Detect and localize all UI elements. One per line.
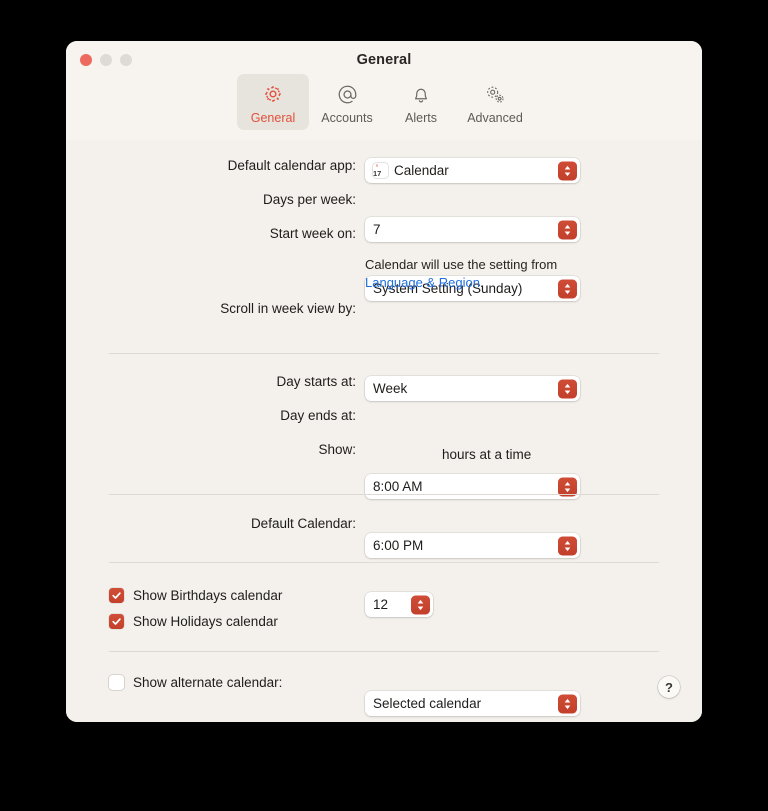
default-calendar-app-label-wrap: Default calendar app:: [66, 158, 356, 173]
chevron-updown-icon[interactable]: [558, 694, 577, 713]
chevron-updown-icon[interactable]: [558, 161, 577, 180]
default-calendar-value: Selected calendar: [373, 696, 482, 711]
section-divider-4: [109, 651, 659, 652]
start-week-on-hint-suffix: .: [479, 275, 484, 290]
preferences-window: General General Accounts Alerts Advanced…: [66, 41, 702, 722]
show-holidays-checkbox[interactable]: [109, 614, 124, 629]
scroll-week-view-select[interactable]: Week: [365, 376, 580, 401]
window-titlebar: General General Accounts Alerts Advanced: [66, 41, 702, 141]
start-week-on-hint-prefix: Calendar will use the setting from: [365, 257, 558, 272]
tab-advanced[interactable]: Advanced: [459, 74, 531, 130]
chevron-updown-icon[interactable]: [411, 595, 430, 614]
scroll-week-view-value: Week: [373, 381, 408, 396]
show-hours-suffix: hours at a time: [442, 447, 532, 462]
help-button[interactable]: ?: [658, 676, 680, 698]
days-per-week-select[interactable]: 7: [365, 217, 580, 242]
day-ends-at-value: 6:00 PM: [373, 538, 424, 553]
default-calendar-select[interactable]: Selected calendar: [365, 691, 580, 716]
chevron-updown-icon[interactable]: [558, 379, 577, 398]
start-week-on-hint: Calendar will use the setting from Langu…: [365, 256, 580, 292]
tab-general-label: General: [250, 111, 296, 125]
show-hours-label-wrap: Show:: [66, 442, 356, 457]
show-hours-value: 12: [373, 597, 389, 612]
double-gear-icon: [483, 81, 507, 107]
show-alternate-calendar-row[interactable]: Show alternate calendar:: [109, 675, 282, 690]
scroll-week-view-label: Scroll in week view by:: [220, 301, 356, 316]
default-calendar-label-wrap: Default Calendar:: [66, 516, 356, 531]
show-hours-label: Show:: [318, 442, 356, 457]
toolbar-tabs: General Accounts Alerts Advanced: [66, 74, 702, 130]
language-and-region-link[interactable]: Language & Region: [365, 275, 480, 290]
show-hours-suffix-wrap: hours at a time: [442, 442, 531, 467]
tab-advanced-label: Advanced: [467, 111, 523, 125]
day-ends-at-label: Day ends at:: [280, 408, 356, 423]
tab-alerts[interactable]: Alerts: [385, 74, 457, 130]
chevron-updown-icon[interactable]: [558, 536, 577, 555]
section-divider-2: [109, 494, 659, 495]
day-starts-at-label-wrap: Day starts at:: [66, 374, 356, 389]
bell-icon: [410, 81, 432, 107]
days-per-week-value: 7: [373, 222, 381, 237]
days-per-week-label: Days per week:: [262, 192, 356, 207]
at-sign-icon: [336, 81, 359, 107]
day-starts-at-value: 8:00 AM: [373, 479, 423, 494]
tab-alerts-label: Alerts: [405, 111, 437, 125]
show-hours-stepper[interactable]: 12: [365, 592, 433, 617]
show-birthdays-checkbox[interactable]: [109, 588, 124, 603]
chevron-updown-icon[interactable]: [558, 220, 577, 239]
tab-accounts[interactable]: Accounts: [311, 74, 383, 130]
calendar-app-icon: 17: [373, 163, 388, 178]
show-holidays-checkbox-row[interactable]: Show Holidays calendar: [109, 614, 278, 629]
tab-general[interactable]: General: [237, 74, 309, 130]
section-divider-1: [109, 353, 659, 354]
day-starts-at-select[interactable]: 8:00 AM: [365, 474, 580, 499]
show-birthdays-label: Show Birthdays calendar: [133, 588, 283, 603]
start-week-on-label-wrap: Start week on:: [66, 226, 356, 241]
days-per-week-label-wrap: Days per week:: [66, 192, 356, 207]
start-week-on-label: Start week on:: [269, 226, 356, 241]
show-alternate-calendar-checkbox[interactable]: [109, 675, 124, 690]
show-holidays-label: Show Holidays calendar: [133, 614, 278, 629]
settings-content: Default calendar app: 17 Calendar Days p…: [66, 140, 702, 722]
day-starts-at-label: Day starts at:: [276, 374, 356, 389]
default-calendar-label: Default Calendar:: [250, 516, 356, 531]
show-birthdays-checkbox-row[interactable]: Show Birthdays calendar: [109, 588, 282, 603]
calendar-app-icon-day: 17: [373, 169, 382, 178]
day-ends-at-select[interactable]: 6:00 PM: [365, 533, 580, 558]
scroll-week-view-label-wrap: Scroll in week view by:: [66, 301, 356, 316]
window-title: General: [356, 52, 412, 68]
default-calendar-app-label: Default calendar app:: [227, 158, 356, 173]
gear-icon: [262, 81, 284, 107]
section-divider-3: [109, 562, 659, 563]
day-ends-at-label-wrap: Day ends at:: [66, 408, 356, 423]
default-calendar-app-select[interactable]: 17 Calendar: [365, 158, 580, 183]
default-calendar-app-value: Calendar: [394, 163, 449, 178]
show-alternate-calendar-label: Show alternate calendar:: [133, 675, 283, 690]
tab-accounts-label: Accounts: [321, 111, 373, 125]
